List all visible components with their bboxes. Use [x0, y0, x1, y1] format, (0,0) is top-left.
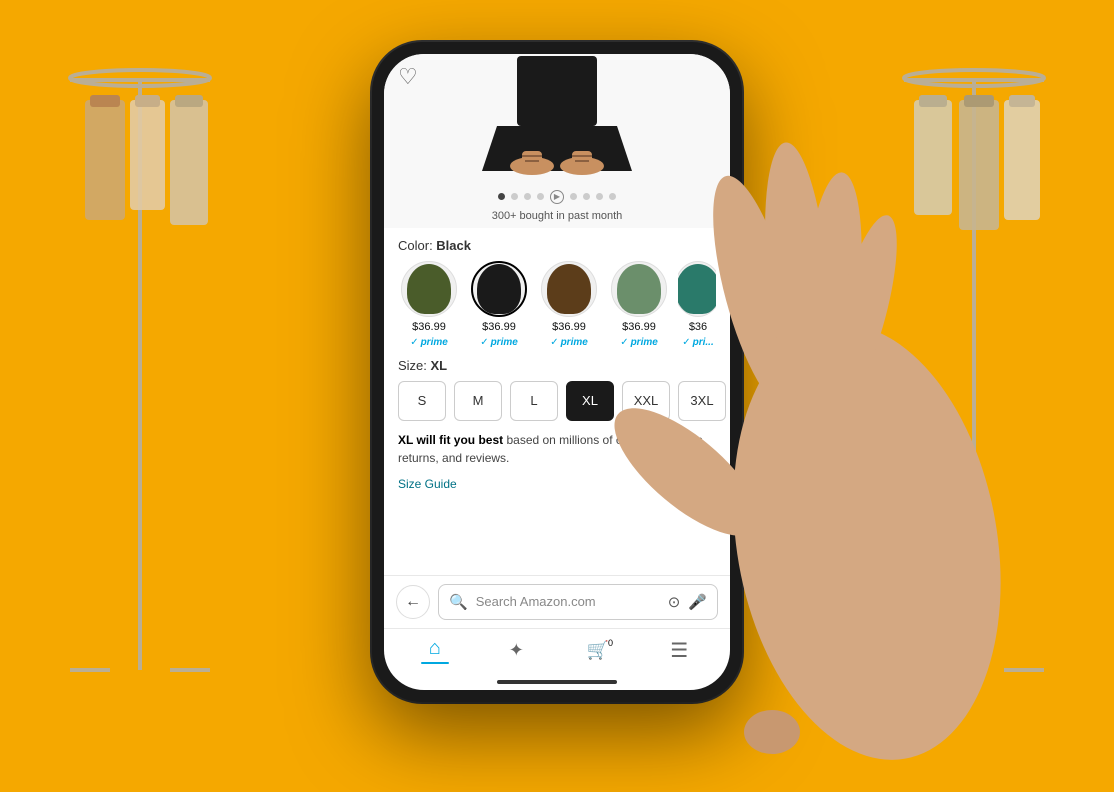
nav-discover[interactable]: ✦	[491, 640, 541, 661]
prime-badge-brown: ✓ prime	[550, 337, 588, 348]
size-s[interactable]: S	[398, 381, 446, 421]
search-bar: ← 🔍 Search Amazon.com ⊙ 🎤	[384, 576, 730, 629]
size-label: Size: XL	[398, 358, 716, 373]
dot-4[interactable]	[537, 193, 544, 200]
nav-menu[interactable]: ☰	[654, 638, 704, 663]
phone: ♡	[372, 42, 742, 702]
phone-and-hand: ♡	[307, 12, 807, 732]
phone-screen: ♡	[384, 54, 730, 690]
prime-badge-sage: ✓ prime	[620, 337, 658, 348]
dot-8[interactable]	[596, 193, 603, 200]
back-icon: ←	[405, 593, 421, 611]
dot-video[interactable]: ▶	[550, 190, 564, 204]
color-circle-olive	[401, 261, 457, 317]
pagination-dots: ▶	[384, 184, 730, 208]
size-xxl[interactable]: XXL	[622, 381, 670, 421]
color-price-sage: $36.99	[622, 321, 656, 333]
color-section: Color: Black $36.99 ✓	[398, 238, 716, 348]
nav-home[interactable]: ⌂	[410, 637, 460, 664]
dot-7[interactable]	[583, 193, 590, 200]
dot-2[interactable]	[511, 193, 518, 200]
color-circle-black	[471, 261, 527, 317]
size-l[interactable]: L	[510, 381, 558, 421]
bottom-bar: ← 🔍 Search Amazon.com ⊙ 🎤 ⌂	[384, 575, 730, 690]
cart-icon: 🛒0	[587, 640, 609, 661]
prime-badge-olive: ✓ prime	[410, 337, 448, 348]
fit-rec-bold: XL will fit you best	[398, 433, 503, 447]
home-indicator	[497, 680, 617, 684]
bought-badge: 300+ bought in past month	[384, 208, 730, 228]
size-3xl[interactable]: 3XL	[678, 381, 726, 421]
discover-icon: ✦	[509, 640, 524, 661]
color-label: Color: Black	[398, 238, 716, 253]
back-button[interactable]: ←	[396, 585, 430, 619]
color-option-sage[interactable]: $36.99 ✓ prime	[608, 261, 670, 348]
content-area: Color: Black $36.99 ✓	[384, 228, 730, 575]
size-selected-value: XL	[431, 358, 448, 373]
product-image-area: ♡	[384, 54, 730, 184]
size-xl[interactable]: XL	[566, 381, 614, 421]
dot-1[interactable]	[498, 193, 505, 200]
color-option-black[interactable]: $36.99 ✓ prime	[468, 261, 530, 348]
product-image	[457, 56, 657, 176]
dot-6[interactable]	[570, 193, 577, 200]
prime-badge-black: ✓ prime	[480, 337, 518, 348]
size-m[interactable]: M	[454, 381, 502, 421]
prime-badge-teal: ✓ pri...	[682, 337, 714, 348]
nav-cart[interactable]: 🛒0	[573, 640, 623, 661]
color-price-brown: $36.99	[552, 321, 586, 333]
home-active-indicator	[421, 662, 449, 664]
dot-9[interactable]	[609, 193, 616, 200]
color-price-olive: $36.99	[412, 321, 446, 333]
size-options: S M L XL XXL 3XL	[398, 381, 716, 421]
nav-bar: ⌂ ✦ 🛒0 ☰	[384, 629, 730, 676]
color-option-olive[interactable]: $36.99 ✓ prime	[398, 261, 460, 348]
search-placeholder: Search Amazon.com	[476, 594, 660, 609]
camera-icon[interactable]: ⊙	[668, 593, 681, 611]
color-circle-brown	[541, 261, 597, 317]
fit-recommendation: XL will fit you best based on millions o…	[398, 431, 716, 467]
search-icon: 🔍	[449, 593, 468, 611]
mic-icon[interactable]: 🎤	[688, 593, 707, 611]
color-price-teal: $36	[689, 321, 707, 333]
search-input-wrap[interactable]: 🔍 Search Amazon.com ⊙ 🎤	[438, 584, 718, 620]
size-section: Size: XL S M L XL XXL 3XL	[398, 358, 716, 421]
menu-icon: ☰	[670, 638, 688, 663]
color-circle-teal	[678, 261, 716, 317]
color-selected-value: Black	[436, 238, 471, 253]
color-option-brown[interactable]: $36.99 ✓ prime	[538, 261, 600, 348]
color-circle-sage	[611, 261, 667, 317]
dot-3[interactable]	[524, 193, 531, 200]
color-options: $36.99 ✓ prime $	[398, 261, 716, 348]
home-icon: ⌂	[429, 637, 441, 660]
wishlist-icon[interactable]: ♡	[398, 64, 418, 90]
color-price-black: $36.99	[482, 321, 516, 333]
color-option-teal[interactable]: $36 ✓ pri...	[678, 261, 716, 348]
size-guide-link[interactable]: Size Guide	[398, 477, 716, 491]
scene: ♡	[0, 0, 1114, 743]
